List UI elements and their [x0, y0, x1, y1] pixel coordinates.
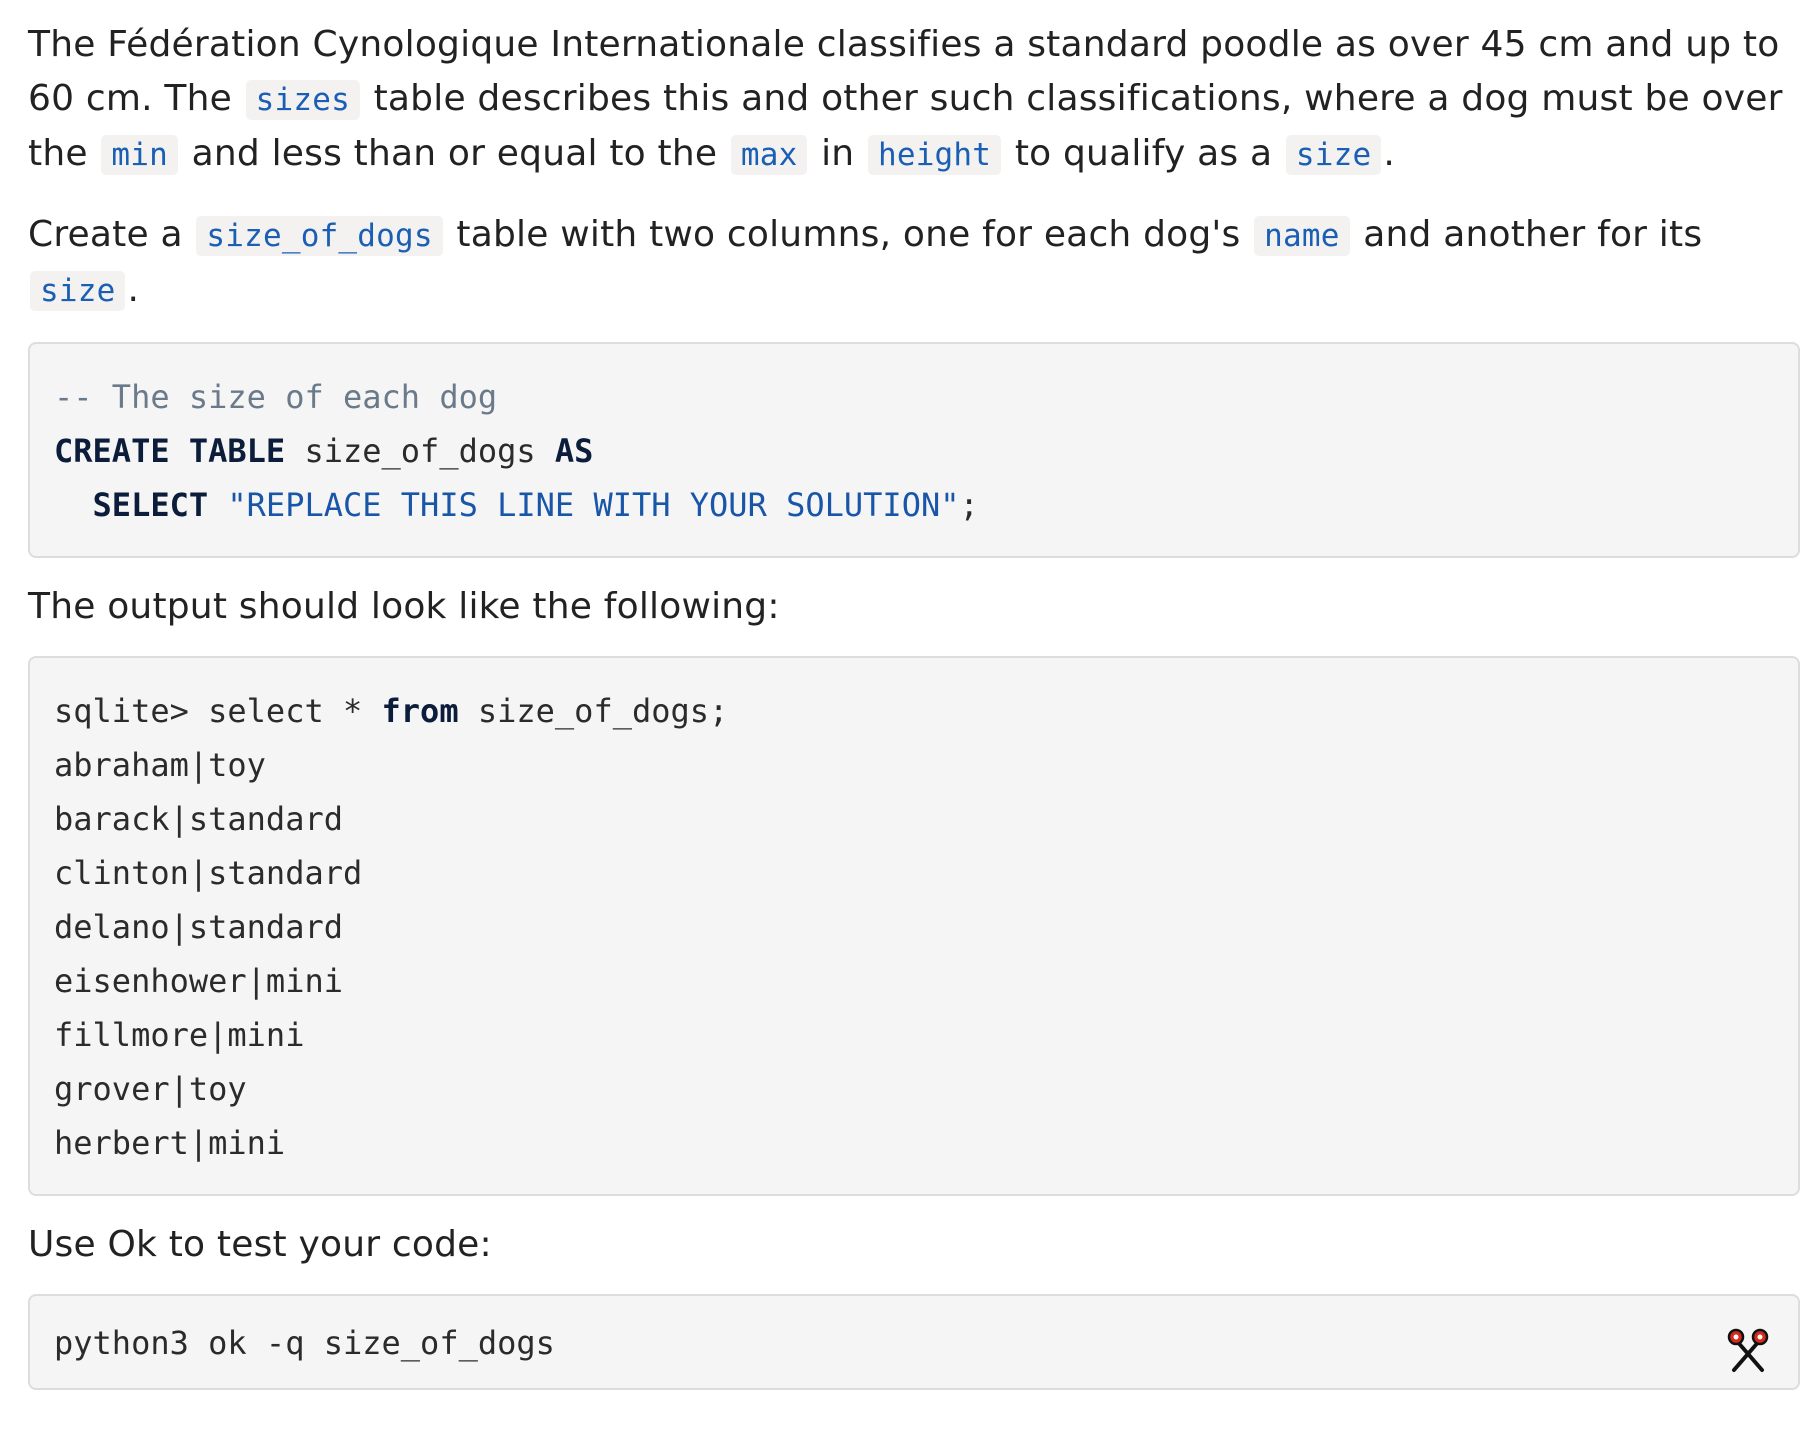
scissors-icon[interactable] — [1724, 1326, 1772, 1374]
test-command-block[interactable]: python3 ok -q size_of_dogs — [28, 1294, 1800, 1390]
table-name: size_of_dogs — [304, 432, 536, 470]
kw-from: from — [381, 692, 459, 730]
output-row: abraham|toy — [54, 746, 266, 784]
prompt-post: size_of_dogs; — [458, 692, 729, 730]
intro-text-3: and less than or equal to the — [191, 133, 718, 174]
code-name: name — [1254, 216, 1350, 256]
intro-text-5: to qualify as a — [1014, 133, 1273, 174]
sqlite-prompt-line: sqlite> select * from size_of_dogs; — [54, 684, 1774, 738]
code-sizes: sizes — [245, 80, 360, 120]
code-height: height — [867, 135, 1002, 175]
output-row: grover|toy — [54, 1070, 247, 1108]
test-label: Use Ok to test your code: — [28, 1224, 492, 1265]
output-row: fillmore|mini — [54, 1016, 305, 1054]
code-size: size — [1285, 135, 1382, 175]
placeholder-string: "REPLACE THIS LINE WITH YOUR SOLUTION" — [227, 486, 960, 524]
task-text-4: . — [127, 269, 140, 310]
code-line-select: SELECT "REPLACE THIS LINE WITH YOUR SOLU… — [54, 478, 1774, 532]
test-command: python3 ok -q size_of_dogs — [54, 1324, 555, 1362]
semicolon: ; — [959, 486, 979, 524]
page: The Fédération Cynologique International… — [0, 0, 1819, 1433]
code-size-of-dogs: size_of_dogs — [196, 216, 443, 256]
output-code-block[interactable]: sqlite> select * from size_of_dogs; abra… — [28, 656, 1800, 1196]
output-row: delano|standard — [54, 908, 343, 946]
intro-text-4: in — [821, 133, 855, 174]
task-paragraph: Create a size_of_dogs table with two col… — [28, 208, 1791, 318]
code-max: max — [730, 135, 808, 175]
kw-as: AS — [554, 432, 594, 470]
output-row: eisenhower|mini — [54, 962, 343, 1000]
task-text-3: and another for its — [1363, 214, 1703, 255]
starter-code-block[interactable]: -- The size of each dog CREATE TABLE siz… — [28, 342, 1800, 558]
prompt-pre: sqlite> select * — [54, 692, 382, 730]
kw-create-table: CREATE TABLE — [54, 432, 286, 470]
output-row: herbert|mini — [54, 1124, 286, 1162]
output-label: The output should look like the followin… — [28, 586, 780, 627]
code-min: min — [101, 135, 178, 175]
task-text-2: table with two columns, one for each dog… — [456, 214, 1241, 255]
code-size-2: size — [30, 271, 126, 311]
intro-text-6: . — [1383, 133, 1396, 174]
code-line-create: CREATE TABLE size_of_dogs AS — [54, 424, 1774, 478]
intro-paragraph: The Fédération Cynologique International… — [28, 18, 1791, 182]
kw-select: SELECT — [92, 486, 209, 524]
code-comment: -- The size of each dog — [54, 378, 498, 416]
output-row: barack|standard — [54, 800, 343, 838]
output-row: clinton|standard — [54, 854, 363, 892]
task-text-1: Create a — [28, 214, 183, 255]
